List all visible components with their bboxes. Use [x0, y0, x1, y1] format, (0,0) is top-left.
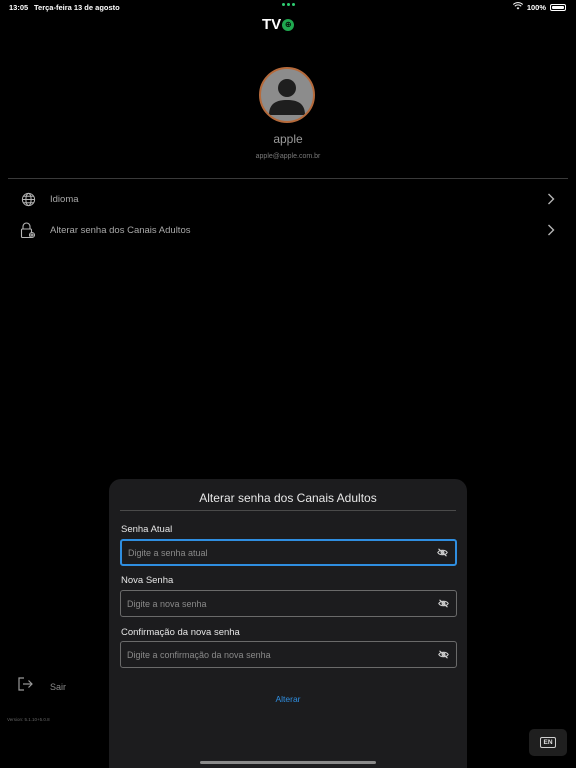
menu-item-label: Alterar senha dos Canais Adultos: [50, 224, 191, 236]
wifi-icon: [512, 2, 523, 12]
logout-icon: [18, 677, 33, 696]
logout-button[interactable]: Sair: [18, 677, 66, 696]
app-logo: TV ⊕: [262, 16, 295, 33]
chevron-right-icon: [544, 192, 558, 206]
current-password-input[interactable]: [122, 540, 435, 565]
confirm-password-field[interactable]: [120, 641, 457, 668]
person-icon: [269, 79, 305, 115]
menu-item-idioma[interactable]: Idioma: [8, 184, 568, 214]
profile-name: apple: [273, 132, 303, 146]
logout-label: Sair: [50, 681, 67, 692]
home-indicator[interactable]: [200, 761, 376, 764]
new-password-input[interactable]: [121, 590, 436, 617]
divider: [8, 178, 568, 179]
battery-icon: [550, 3, 566, 11]
status-right: 100%: [512, 2, 566, 12]
eye-slash-icon[interactable]: [435, 546, 449, 560]
confirm-password-label: Confirmação da nova senha: [121, 627, 240, 638]
chevron-right-icon: [544, 223, 558, 237]
globe-icon: [17, 188, 39, 210]
status-date: Terça-feira 13 de agosto: [34, 3, 120, 12]
eye-slash-icon[interactable]: [436, 648, 450, 662]
change-password-submit-button[interactable]: Alterar: [109, 694, 467, 704]
menu-item-change-adult-password[interactable]: Alterar senha dos Canais Adultos: [8, 215, 568, 245]
new-password-field[interactable]: [120, 590, 457, 617]
new-password-label: Nova Senha: [121, 575, 174, 586]
logo-badge-icon: ⊕: [282, 18, 295, 31]
menu-item-label: Idioma: [50, 193, 79, 205]
avatar[interactable]: [259, 67, 315, 123]
current-password-label: Senha Atual: [121, 524, 173, 535]
status-time: 13:05: [9, 3, 29, 12]
eye-slash-icon[interactable]: [436, 597, 450, 611]
current-password-field[interactable]: [120, 539, 457, 566]
confirm-password-input[interactable]: [121, 641, 436, 668]
multitasking-dots-icon[interactable]: [282, 3, 295, 6]
profile-email: apple@apple.com.br: [255, 153, 321, 160]
language-label: EN: [540, 737, 556, 748]
divider: [120, 510, 456, 511]
battery-percent: 100%: [526, 2, 546, 12]
language-button[interactable]: EN: [529, 729, 567, 756]
app-version: Version: 5.1.10+5.0.8: [7, 717, 50, 722]
change-password-sheet: Alterar senha dos Canais Adultos Senha A…: [109, 479, 467, 768]
sheet-title: Alterar senha dos Canais Adultos: [199, 491, 377, 505]
lock-settings-icon: [17, 219, 39, 241]
logo-text: TV: [262, 16, 282, 33]
